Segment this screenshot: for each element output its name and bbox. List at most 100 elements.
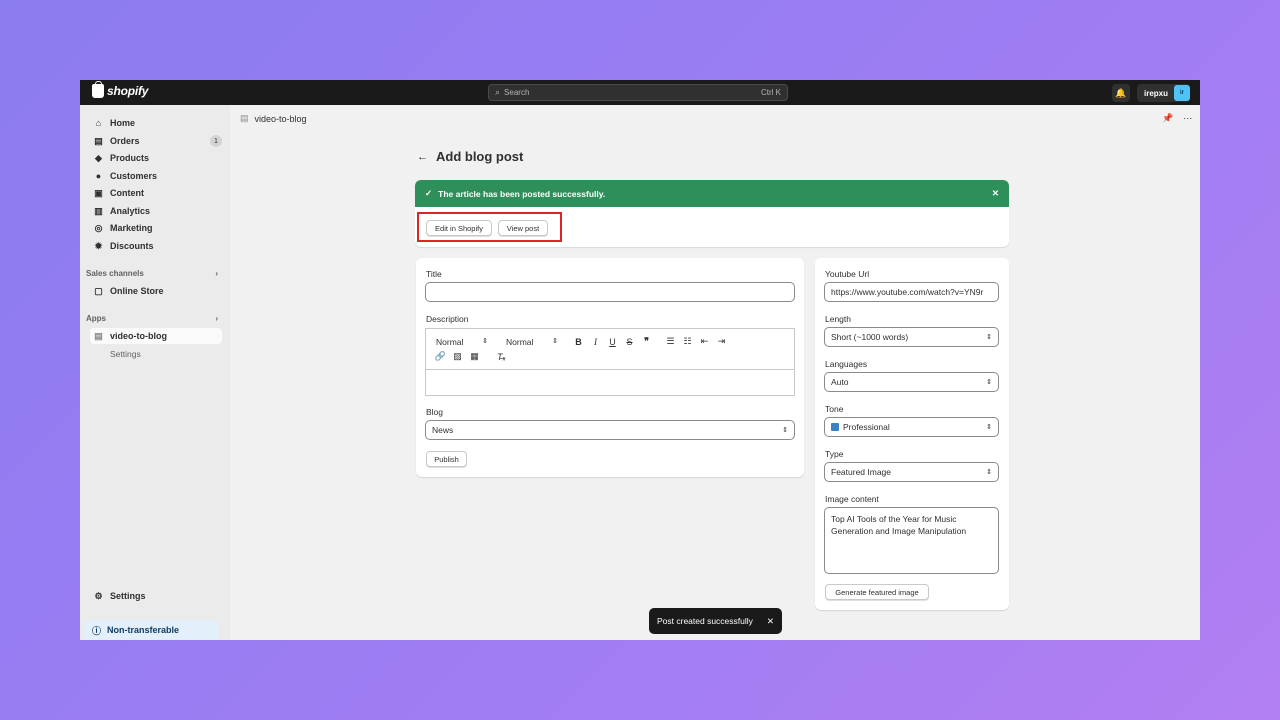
sales-channels-heading[interactable]: Sales channels ›: [86, 269, 218, 278]
close-icon[interactable]: ✕: [992, 188, 999, 199]
sidebar-item-products[interactable]: ◆ Products: [90, 150, 222, 166]
languages-label: Languages: [825, 359, 868, 369]
sidebar-item-orders[interactable]: ▤ Orders 1: [90, 133, 222, 149]
non-transferable-label: Non-transferable: [107, 625, 180, 635]
topbar: shopify ⌕ Search Ctrl K 🔔 irepxu ir: [80, 80, 1200, 105]
italic-icon[interactable]: I: [587, 337, 604, 347]
edit-in-shopify-button[interactable]: Edit in Shopify: [426, 220, 492, 236]
sidebar: ⌂ Home ▤ Orders 1 ◆ Products ● Customers…: [80, 105, 230, 640]
close-icon[interactable]: ✕: [767, 616, 774, 627]
title-input[interactable]: [425, 282, 795, 302]
sidebar-item-app-settings[interactable]: Settings: [110, 349, 141, 359]
page-actions: 📌 ⋯: [1162, 113, 1192, 124]
video-icon[interactable]: ▦: [466, 351, 483, 362]
success-banner: ✓ The article has been posted successful…: [415, 180, 1009, 247]
strikethrough-icon[interactable]: S: [621, 337, 638, 347]
sidebar-item-video-to-blog[interactable]: ▤ video-to-blog: [90, 328, 222, 344]
shopify-bag-icon: [92, 81, 104, 98]
youtube-url-input[interactable]: https://www.youtube.com/watch?v=YN9r: [824, 282, 999, 302]
chevron-right-icon: ›: [215, 269, 218, 278]
quote-icon[interactable]: ❞: [638, 336, 655, 347]
clear-format-icon[interactable]: T̶ₓ: [493, 352, 510, 362]
info-icon: ⓘ: [92, 625, 102, 636]
updown-icon: ⇕: [986, 334, 992, 341]
non-transferable-banner[interactable]: ⓘ Non-transferable: [84, 620, 218, 640]
updown-icon: ⇕: [986, 379, 992, 386]
breadcrumb-label: video-to-blog: [254, 113, 307, 124]
blog-label: Blog: [426, 407, 444, 417]
sidebar-item-home[interactable]: ⌂ Home: [90, 115, 222, 131]
back-arrow-icon[interactable]: ←: [417, 151, 428, 163]
heading-select[interactable]: Normal ⇕: [436, 337, 494, 347]
tag-icon: ◆: [95, 152, 102, 163]
more-options-icon[interactable]: ⋯: [1183, 113, 1192, 124]
home-icon: ⌂: [95, 117, 102, 128]
toast-message: Post created successfully: [657, 616, 753, 626]
bold-icon[interactable]: B: [570, 337, 587, 347]
page-header: ← Add blog post: [417, 149, 523, 164]
outdent-icon[interactable]: ⇤: [696, 336, 713, 347]
type-label: Type: [825, 449, 844, 459]
search-input[interactable]: ⌕ Search Ctrl K: [488, 84, 788, 101]
target-icon: ◎: [94, 222, 103, 233]
sidebar-item-label: Marketing: [110, 223, 153, 233]
title-label: Title: [426, 269, 442, 279]
editor-toolbar: Normal ⇕ Normal ⇕ B I U S ❞ ☰ ☷ ⇤ ⇥: [436, 336, 730, 347]
search-icon: ⌕: [495, 87, 501, 97]
orders-count-badge: 1: [210, 135, 222, 147]
image-content-textarea[interactable]: Top AI Tools of the Year for Music Gener…: [824, 507, 999, 574]
sidebar-item-label: Settings: [110, 591, 146, 601]
search-shortcut: Ctrl K: [761, 88, 781, 97]
description-body[interactable]: [426, 369, 794, 396]
page-title: Add blog post: [436, 149, 524, 164]
underline-icon[interactable]: U: [604, 337, 621, 347]
type-select-value: Featured Image: [831, 467, 892, 477]
publish-button[interactable]: Publish: [426, 451, 467, 467]
ordered-list-icon[interactable]: ☰: [662, 336, 679, 347]
sidebar-item-marketing[interactable]: ◎ Marketing: [90, 220, 222, 236]
type-select[interactable]: Featured Image ⇕: [824, 462, 999, 482]
indent-icon[interactable]: ⇥: [713, 336, 730, 347]
logo-text: shopify: [107, 84, 149, 98]
sidebar-item-label: video-to-blog: [110, 331, 167, 341]
heading-select-value: Normal: [436, 336, 464, 347]
store-icon: ▢: [94, 285, 103, 296]
languages-select-value: Auto: [831, 377, 849, 387]
blog-select[interactable]: News ⇕: [425, 420, 795, 440]
sidebar-item-label: Content: [110, 188, 144, 198]
person-icon: ●: [95, 170, 102, 181]
sidebar-item-content[interactable]: ▣ Content: [90, 185, 222, 201]
apps-heading[interactable]: Apps ›: [86, 314, 218, 323]
shopify-admin-window: shopify ⌕ Search Ctrl K 🔔 irepxu ir ⌂ Ho…: [80, 80, 1200, 640]
sidebar-item-label: Online Store: [110, 286, 164, 296]
link-icon[interactable]: 🔗: [432, 351, 449, 362]
languages-select[interactable]: Auto ⇕: [824, 372, 999, 392]
sidebar-item-online-store[interactable]: ▢ Online Store: [90, 283, 222, 299]
description-editor: Normal ⇕ Normal ⇕ B I U S ❞ ☰ ☷ ⇤ ⇥ 🔗 ▨ …: [425, 328, 795, 396]
user-menu[interactable]: irepxu ir: [1137, 84, 1191, 102]
sidebar-item-customers[interactable]: ● Customers: [90, 168, 222, 184]
sidebar-item-discounts[interactable]: ✹ Discounts: [90, 238, 222, 254]
length-select-value: Short (~1000 words): [831, 332, 909, 342]
sidebar-item-analytics[interactable]: ▥ Analytics: [90, 203, 222, 219]
user-name: irepxu: [1144, 88, 1169, 98]
size-select-value: Normal: [506, 336, 534, 347]
success-banner-header: ✓ The article has been posted successful…: [415, 180, 1009, 207]
size-select[interactable]: Normal ⇕: [506, 337, 564, 347]
length-select[interactable]: Short (~1000 words) ⇕: [824, 327, 999, 347]
length-label: Length: [825, 314, 851, 324]
updown-icon: ⇕: [986, 424, 992, 431]
image-content-label: Image content: [825, 494, 879, 504]
sidebar-item-settings[interactable]: ⚙ Settings: [90, 588, 222, 604]
notifications-bell-icon[interactable]: 🔔: [1112, 84, 1130, 102]
tone-label: Tone: [825, 404, 844, 414]
sidebar-item-label: Customers: [110, 171, 158, 181]
bullet-list-icon[interactable]: ☷: [679, 336, 696, 347]
generate-featured-image-button[interactable]: Generate featured image: [825, 584, 929, 600]
image-icon[interactable]: ▨: [449, 351, 466, 362]
view-post-button[interactable]: View post: [498, 220, 548, 236]
editor-toolbar-row-2: 🔗 ▨ ▦ T̶ₓ: [432, 351, 510, 362]
shopify-logo[interactable]: shopify: [92, 81, 149, 98]
tone-select[interactable]: Professional ⇕: [824, 417, 999, 437]
pin-icon[interactable]: 📌: [1162, 113, 1173, 124]
